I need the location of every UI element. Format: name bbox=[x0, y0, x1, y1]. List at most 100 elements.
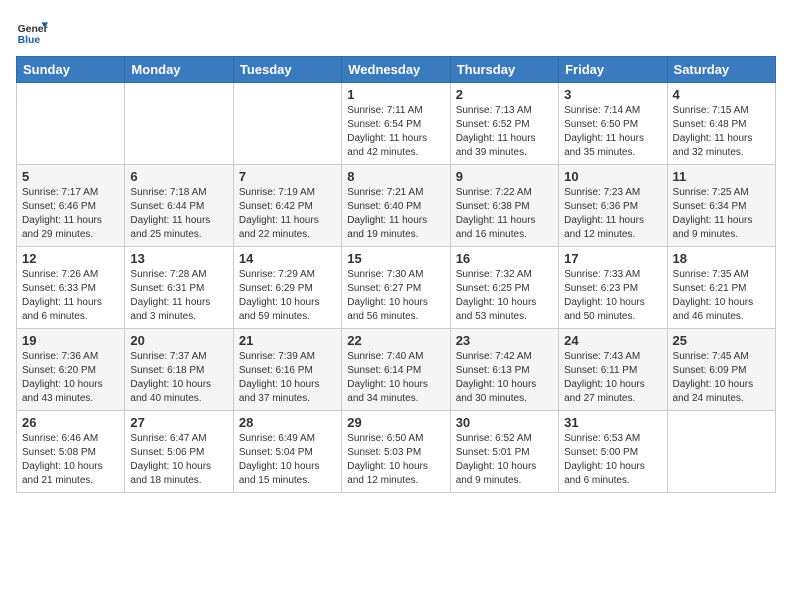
calendar-header-row: SundayMondayTuesdayWednesdayThursdayFrid… bbox=[17, 57, 776, 83]
svg-text:Blue: Blue bbox=[18, 35, 41, 46]
calendar-day-cell: 10 Sunrise: 7:23 AM Sunset: 6:36 PM Dayli… bbox=[559, 165, 667, 247]
day-number: 22 bbox=[347, 333, 444, 348]
day-number: 18 bbox=[673, 251, 770, 266]
calendar-table: SundayMondayTuesdayWednesdayThursdayFrid… bbox=[16, 56, 776, 493]
day-number: 2 bbox=[456, 87, 553, 102]
calendar-day-cell: 22 Sunrise: 7:40 AM Sunset: 6:14 PM Dayli… bbox=[342, 329, 450, 411]
calendar-day-cell: 8 Sunrise: 7:21 AM Sunset: 6:40 PM Daylig… bbox=[342, 165, 450, 247]
calendar-day-cell: 29 Sunrise: 6:50 AM Sunset: 5:03 PM Dayli… bbox=[342, 411, 450, 493]
day-info: Sunrise: 7:28 AM Sunset: 6:31 PM Dayligh… bbox=[130, 268, 227, 324]
day-number: 7 bbox=[239, 169, 336, 184]
weekday-header: Monday bbox=[125, 57, 233, 83]
calendar-day-cell bbox=[233, 83, 341, 165]
day-info: Sunrise: 7:30 AM Sunset: 6:27 PM Dayligh… bbox=[347, 268, 444, 324]
weekday-header: Friday bbox=[559, 57, 667, 83]
day-info: Sunrise: 7:43 AM Sunset: 6:11 PM Dayligh… bbox=[564, 350, 661, 406]
calendar-day-cell: 12Sunrise: 7:26 AM Sunset: 6:33 PM Dayli… bbox=[17, 247, 125, 329]
calendar-day-cell: 30Sunrise: 6:52 AM Sunset: 5:01 PM Dayli… bbox=[450, 411, 558, 493]
day-info: Sunrise: 6:49 AM Sunset: 5:04 PM Dayligh… bbox=[239, 432, 336, 488]
calendar-day-cell: 21Sunrise: 7:39 AM Sunset: 6:16 PM Dayli… bbox=[233, 329, 341, 411]
day-info: Sunrise: 7:23 AM Sunset: 6:36 PM Dayligh… bbox=[564, 186, 661, 242]
calendar-day-cell: 14Sunrise: 7:29 AM Sunset: 6:29 PM Dayli… bbox=[233, 247, 341, 329]
calendar-day-cell: 16 Sunrise: 7:32 AM Sunset: 6:25 PM Dayli… bbox=[450, 247, 558, 329]
day-info: Sunrise: 6:52 AM Sunset: 5:01 PM Dayligh… bbox=[456, 432, 553, 488]
day-info: Sunrise: 7:35 AM Sunset: 6:21 PM Dayligh… bbox=[673, 268, 770, 324]
day-number: 9 bbox=[456, 169, 553, 184]
calendar-day-cell: 20Sunrise: 7:37 AM Sunset: 6:18 PM Dayli… bbox=[125, 329, 233, 411]
day-number: 31 bbox=[564, 415, 661, 430]
day-info: Sunrise: 7:33 AM Sunset: 6:23 PM Dayligh… bbox=[564, 268, 661, 324]
day-info: Sunrise: 7:13 AM Sunset: 6:52 PM Dayligh… bbox=[456, 104, 553, 160]
calendar-day-cell: 11Sunrise: 7:25 AM Sunset: 6:34 PM Dayli… bbox=[667, 165, 775, 247]
day-info: Sunrise: 6:47 AM Sunset: 5:06 PM Dayligh… bbox=[130, 432, 227, 488]
calendar-day-cell: 19 Sunrise: 7:36 AM Sunset: 6:20 PM Dayli… bbox=[17, 329, 125, 411]
day-info: Sunrise: 7:40 AM Sunset: 6:14 PM Dayligh… bbox=[347, 350, 444, 406]
weekday-header: Thursday bbox=[450, 57, 558, 83]
day-info: Sunrise: 7:15 AM Sunset: 6:48 PM Dayligh… bbox=[673, 104, 770, 160]
day-number: 4 bbox=[673, 87, 770, 102]
logo-icon: General Blue bbox=[16, 16, 48, 48]
day-number: 28 bbox=[239, 415, 336, 430]
day-number: 10 bbox=[564, 169, 661, 184]
day-info: Sunrise: 7:37 AM Sunset: 6:18 PM Dayligh… bbox=[130, 350, 227, 406]
calendar-week-row: 5 Sunrise: 7:17 AM Sunset: 6:46 PM Daylig… bbox=[17, 165, 776, 247]
day-number: 19 bbox=[22, 333, 119, 348]
calendar-day-cell: 26 Sunrise: 6:46 AM Sunset: 5:08 PM Dayli… bbox=[17, 411, 125, 493]
day-number: 8 bbox=[347, 169, 444, 184]
weekday-header: Saturday bbox=[667, 57, 775, 83]
weekday-header: Tuesday bbox=[233, 57, 341, 83]
calendar-day-cell: 25Sunrise: 7:45 AM Sunset: 6:09 PM Dayli… bbox=[667, 329, 775, 411]
page-header: General Blue bbox=[16, 16, 776, 48]
calendar-week-row: 12Sunrise: 7:26 AM Sunset: 6:33 PM Dayli… bbox=[17, 247, 776, 329]
day-number: 26 bbox=[22, 415, 119, 430]
calendar-week-row: 1Sunrise: 7:11 AM Sunset: 6:54 PM Daylig… bbox=[17, 83, 776, 165]
logo: General Blue bbox=[16, 16, 48, 48]
calendar-day-cell: 4 Sunrise: 7:15 AM Sunset: 6:48 PM Daylig… bbox=[667, 83, 775, 165]
day-number: 3 bbox=[564, 87, 661, 102]
day-number: 16 bbox=[456, 251, 553, 266]
calendar-day-cell: 15 Sunrise: 7:30 AM Sunset: 6:27 PM Dayli… bbox=[342, 247, 450, 329]
calendar-day-cell: 9Sunrise: 7:22 AM Sunset: 6:38 PM Daylig… bbox=[450, 165, 558, 247]
day-number: 15 bbox=[347, 251, 444, 266]
day-number: 1 bbox=[347, 87, 444, 102]
calendar-day-cell bbox=[125, 83, 233, 165]
calendar-day-cell: 27 Sunrise: 6:47 AM Sunset: 5:06 PM Dayli… bbox=[125, 411, 233, 493]
calendar-day-cell: 24 Sunrise: 7:43 AM Sunset: 6:11 PM Dayli… bbox=[559, 329, 667, 411]
weekday-header: Sunday bbox=[17, 57, 125, 83]
calendar-day-cell: 7 Sunrise: 7:19 AM Sunset: 6:42 PM Daylig… bbox=[233, 165, 341, 247]
calendar-day-cell bbox=[667, 411, 775, 493]
day-info: Sunrise: 6:50 AM Sunset: 5:03 PM Dayligh… bbox=[347, 432, 444, 488]
day-info: Sunrise: 7:19 AM Sunset: 6:42 PM Dayligh… bbox=[239, 186, 336, 242]
calendar-day-cell: 2 Sunrise: 7:13 AM Sunset: 6:52 PM Daylig… bbox=[450, 83, 558, 165]
calendar-day-cell: 28 Sunrise: 6:49 AM Sunset: 5:04 PM Dayli… bbox=[233, 411, 341, 493]
day-number: 5 bbox=[22, 169, 119, 184]
calendar-day-cell: 17 Sunrise: 7:33 AM Sunset: 6:23 PM Dayli… bbox=[559, 247, 667, 329]
day-number: 24 bbox=[564, 333, 661, 348]
calendar-day-cell: 5 Sunrise: 7:17 AM Sunset: 6:46 PM Daylig… bbox=[17, 165, 125, 247]
calendar-day-cell: 6Sunrise: 7:18 AM Sunset: 6:44 PM Daylig… bbox=[125, 165, 233, 247]
weekday-header: Wednesday bbox=[342, 57, 450, 83]
day-info: Sunrise: 7:21 AM Sunset: 6:40 PM Dayligh… bbox=[347, 186, 444, 242]
calendar-day-cell: 23 Sunrise: 7:42 AM Sunset: 6:13 PM Dayli… bbox=[450, 329, 558, 411]
day-info: Sunrise: 7:36 AM Sunset: 6:20 PM Dayligh… bbox=[22, 350, 119, 406]
calendar-day-cell: 31Sunrise: 6:53 AM Sunset: 5:00 PM Dayli… bbox=[559, 411, 667, 493]
calendar-day-cell: 13 Sunrise: 7:28 AM Sunset: 6:31 PM Dayli… bbox=[125, 247, 233, 329]
day-number: 6 bbox=[130, 169, 227, 184]
day-number: 12 bbox=[22, 251, 119, 266]
day-number: 13 bbox=[130, 251, 227, 266]
day-info: Sunrise: 7:14 AM Sunset: 6:50 PM Dayligh… bbox=[564, 104, 661, 160]
calendar-day-cell bbox=[17, 83, 125, 165]
day-info: Sunrise: 6:46 AM Sunset: 5:08 PM Dayligh… bbox=[22, 432, 119, 488]
day-info: Sunrise: 7:25 AM Sunset: 6:34 PM Dayligh… bbox=[673, 186, 770, 242]
day-info: Sunrise: 7:17 AM Sunset: 6:46 PM Dayligh… bbox=[22, 186, 119, 242]
day-number: 27 bbox=[130, 415, 227, 430]
calendar-week-row: 26 Sunrise: 6:46 AM Sunset: 5:08 PM Dayli… bbox=[17, 411, 776, 493]
day-info: Sunrise: 7:42 AM Sunset: 6:13 PM Dayligh… bbox=[456, 350, 553, 406]
day-number: 14 bbox=[239, 251, 336, 266]
day-info: Sunrise: 7:32 AM Sunset: 6:25 PM Dayligh… bbox=[456, 268, 553, 324]
day-info: Sunrise: 7:39 AM Sunset: 6:16 PM Dayligh… bbox=[239, 350, 336, 406]
day-number: 29 bbox=[347, 415, 444, 430]
day-number: 23 bbox=[456, 333, 553, 348]
day-number: 25 bbox=[673, 333, 770, 348]
day-number: 17 bbox=[564, 251, 661, 266]
